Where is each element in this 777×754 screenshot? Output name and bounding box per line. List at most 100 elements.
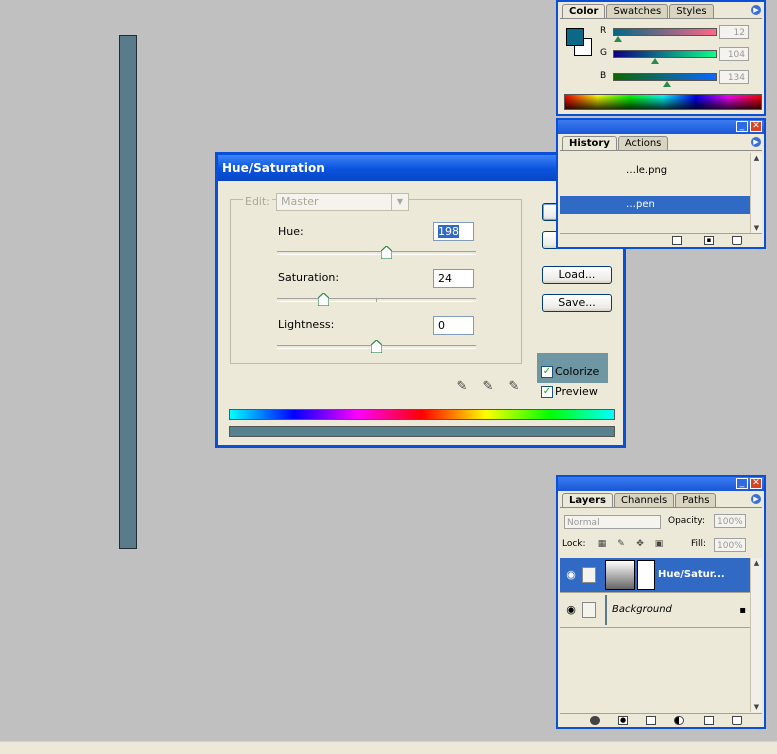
saturation-label: Saturation: xyxy=(278,271,340,284)
fill-input[interactable]: 100% xyxy=(714,538,746,552)
tab-paths[interactable]: Paths xyxy=(675,493,717,508)
layers-scrollbar[interactable]: ▲ ▼ xyxy=(750,558,762,712)
scroll-up-icon[interactable]: ▲ xyxy=(751,153,762,163)
lock-all-icon[interactable]: ▣ xyxy=(654,539,664,549)
layer-link-box[interactable] xyxy=(582,602,596,618)
channel-r-thumb[interactable] xyxy=(614,36,623,42)
trash-icon[interactable] xyxy=(732,236,742,245)
tab-swatches[interactable]: Swatches xyxy=(606,4,669,19)
opacity-input[interactable]: 100% xyxy=(714,514,746,528)
channel-g-label: G xyxy=(600,48,607,58)
saturation-input[interactable]: 24 xyxy=(433,269,474,288)
colorize-checkbox[interactable]: ✓ xyxy=(541,366,553,378)
lock-image-icon[interactable]: ✎ xyxy=(616,539,626,549)
palette-menu-icon[interactable]: ▶ xyxy=(751,137,761,147)
close-icon[interactable]: ✕ xyxy=(750,478,762,489)
color-palette: Color Swatches Styles ▶ R 12 G 104 B 134 xyxy=(556,0,766,116)
hue-input[interactable]: 198 xyxy=(433,222,474,241)
load-button[interactable]: Load... xyxy=(542,266,612,284)
foreground-color-swatch[interactable] xyxy=(566,28,584,46)
edit-label: Edit: xyxy=(243,195,273,208)
edit-select[interactable]: Master ▼ xyxy=(276,193,409,211)
hue-slider-thumb[interactable] xyxy=(381,246,392,259)
channel-g-thumb[interactable] xyxy=(650,58,659,64)
tab-styles[interactable]: Styles xyxy=(669,4,714,19)
tab-layers[interactable]: Layers xyxy=(562,493,613,508)
lightness-value: 0 xyxy=(438,319,445,332)
tab-divider xyxy=(560,507,762,508)
lightness-label: Lightness: xyxy=(278,318,335,331)
new-snapshot-icon[interactable]: ▪ xyxy=(704,236,714,245)
layer-name: Hue/Satur... xyxy=(658,569,725,580)
scroll-up-icon[interactable]: ▲ xyxy=(751,558,762,568)
preview-label[interactable]: Preview xyxy=(555,385,598,398)
eye-icon[interactable]: ◉ xyxy=(563,567,579,583)
hue-value: 198 xyxy=(438,225,459,238)
tab-history[interactable]: History xyxy=(562,136,617,151)
lock-transparency-icon[interactable]: ▦ xyxy=(597,539,607,549)
history-scrollbar[interactable]: ▲ ▼ xyxy=(750,153,762,233)
lock-label: Lock: xyxy=(562,539,586,549)
lightness-slider-thumb[interactable] xyxy=(371,340,382,353)
lightness-input[interactable]: 0 xyxy=(433,316,474,335)
new-document-from-state-icon[interactable] xyxy=(672,236,682,245)
channel-g-slider[interactable] xyxy=(613,50,717,58)
hue-slider-track[interactable] xyxy=(277,251,476,255)
minimize-icon[interactable]: _ xyxy=(736,478,748,489)
layer-style-icon[interactable] xyxy=(590,716,600,725)
history-palette-tabs: History Actions xyxy=(562,136,669,151)
blend-mode-select[interactable]: Normal xyxy=(564,515,661,529)
history-titlebar: _ ✕ xyxy=(558,120,764,134)
edit-select-value: Master xyxy=(281,195,319,208)
channel-b-value[interactable]: 134 xyxy=(719,70,749,84)
tab-color[interactable]: Color xyxy=(562,4,606,19)
layers-palette-tabs: Layers Channels Paths xyxy=(562,493,717,508)
channel-b-slider[interactable] xyxy=(613,73,717,81)
background-layer-thumbnail xyxy=(605,595,607,625)
history-palette: _ ✕ History Actions ▶ …le.png …pen ▲ ▼ ▪ xyxy=(556,118,766,249)
channel-b-thumb[interactable] xyxy=(663,81,672,87)
add-mask-icon[interactable]: ● xyxy=(618,716,628,725)
colorize-label[interactable]: Colorize xyxy=(555,365,599,378)
new-adjustment-layer-icon[interactable] xyxy=(674,716,684,725)
layer-name: Background xyxy=(612,604,672,615)
tab-divider xyxy=(560,150,762,151)
history-row-open[interactable]: …pen xyxy=(560,196,752,214)
saturation-center-tick xyxy=(376,298,377,302)
tab-channels[interactable]: Channels xyxy=(614,493,675,508)
scroll-down-icon[interactable]: ▼ xyxy=(751,223,762,233)
trash-icon[interactable] xyxy=(732,716,742,725)
status-bar xyxy=(0,741,777,754)
palette-menu-icon[interactable]: ▶ xyxy=(751,494,761,504)
close-icon[interactable]: ✕ xyxy=(750,121,762,132)
eyedropper-minus-icon[interactable]: ✎ xyxy=(506,379,522,395)
layer-link-box[interactable] xyxy=(582,567,596,583)
eyedropper-icon[interactable]: ✎ xyxy=(454,379,470,395)
new-layer-icon[interactable] xyxy=(704,716,714,725)
lock-position-icon[interactable]: ✥ xyxy=(635,539,645,549)
palette-menu-icon[interactable]: ▶ xyxy=(751,5,761,15)
new-group-icon[interactable] xyxy=(646,716,656,725)
save-button[interactable]: Save... xyxy=(542,294,612,312)
preview-checkbox[interactable]: ✓ xyxy=(541,386,553,398)
history-row-snapshot[interactable]: …le.png xyxy=(560,162,752,180)
layers-palette: _ ✕ Layers Channels Paths ▶ Normal Opaci… xyxy=(556,475,766,729)
tab-actions[interactable]: Actions xyxy=(617,136,669,151)
input-hue-bar xyxy=(229,409,615,420)
layers-titlebar: _ ✕ xyxy=(558,477,764,491)
color-spectrum-ramp[interactable] xyxy=(564,94,762,110)
scroll-down-icon[interactable]: ▼ xyxy=(751,702,762,712)
eyedropper-plus-icon[interactable]: ✎ xyxy=(480,379,496,395)
eye-icon[interactable]: ◉ xyxy=(563,602,579,618)
layer-row-background[interactable]: ◉ Background ▪ xyxy=(560,593,752,628)
layers-bottom-bar: ● xyxy=(560,713,762,728)
hue-label: Hue: xyxy=(278,225,304,238)
tab-divider xyxy=(560,18,762,19)
channel-r-value[interactable]: 12 xyxy=(719,25,749,39)
channel-g-value[interactable]: 104 xyxy=(719,47,749,61)
layer-row-hue-saturation[interactable]: ◉ Hue/Satur... xyxy=(560,558,752,593)
lock-icon: ▪ xyxy=(739,605,746,616)
saturation-slider-thumb[interactable] xyxy=(318,293,329,306)
channel-r-slider[interactable] xyxy=(613,28,717,36)
minimize-icon[interactable]: _ xyxy=(736,121,748,132)
